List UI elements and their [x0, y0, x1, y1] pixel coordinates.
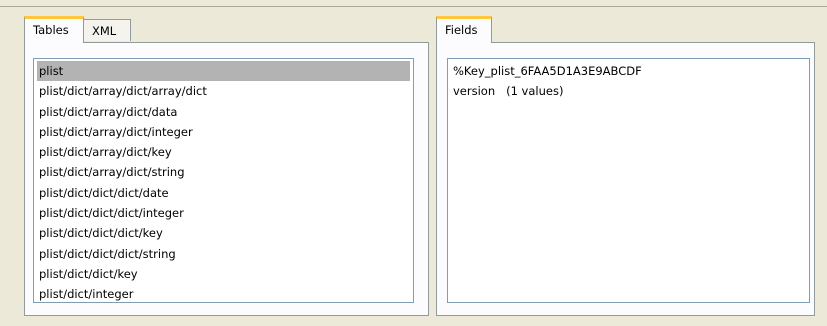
table-list-item[interactable]: plist/dict/array/dict/integer — [37, 122, 410, 142]
tab-fields[interactable]: Fields — [436, 16, 492, 43]
table-list-item[interactable]: plist/dict/dict/dict/date — [37, 183, 410, 203]
table-list-item[interactable]: plist/dict/array/dict/data — [37, 102, 410, 122]
table-list-item[interactable]: plist/dict/dict/dict/integer — [37, 203, 410, 223]
fields-listbox[interactable]: %Key_plist_6FAA5D1A3E9ABCDF version (1 va… — [447, 58, 810, 303]
tab-fields-label: Fields — [445, 23, 478, 37]
field-list-item[interactable]: %Key_plist_6FAA5D1A3E9ABCDF — [451, 61, 806, 81]
top-separator — [0, 6, 827, 7]
tables-tabstrip: Tables XML — [24, 16, 429, 43]
table-list-item[interactable]: plist/dict/integer — [37, 284, 410, 302]
tables-listbox[interactable]: plist plist/dict/array/dict/array/dict pli… — [33, 58, 414, 303]
tables-panel: Tables XML plist plist/dict/array/dict/ar… — [24, 16, 429, 316]
tab-xml[interactable]: XML — [83, 19, 131, 41]
table-list-item[interactable]: plist/dict/dict/key — [37, 264, 410, 284]
fields-tabstrip: Fields — [436, 16, 815, 43]
tables-pane: plist plist/dict/array/dict/array/dict pli… — [24, 42, 429, 316]
table-list-item[interactable]: plist/dict/dict/dict/key — [37, 223, 410, 243]
tab-tables[interactable]: Tables — [24, 16, 84, 43]
tab-tables-label: Tables — [33, 23, 69, 37]
fields-pane: %Key_plist_6FAA5D1A3E9ABCDF version (1 va… — [436, 42, 815, 316]
table-list-item[interactable]: plist — [37, 61, 410, 82]
field-list-item[interactable]: version (1 values) — [451, 81, 806, 101]
table-list-item[interactable]: plist/dict/array/dict/key — [37, 142, 410, 162]
fields-panel: Fields %Key_plist_6FAA5D1A3E9ABCDF versio… — [436, 16, 815, 316]
table-list-item[interactable]: plist/dict/array/dict/array/dict — [37, 81, 410, 101]
tab-xml-label: XML — [92, 24, 117, 38]
table-list-item[interactable]: plist/dict/array/dict/string — [37, 162, 410, 182]
table-list-item[interactable]: plist/dict/dict/dict/string — [37, 244, 410, 264]
